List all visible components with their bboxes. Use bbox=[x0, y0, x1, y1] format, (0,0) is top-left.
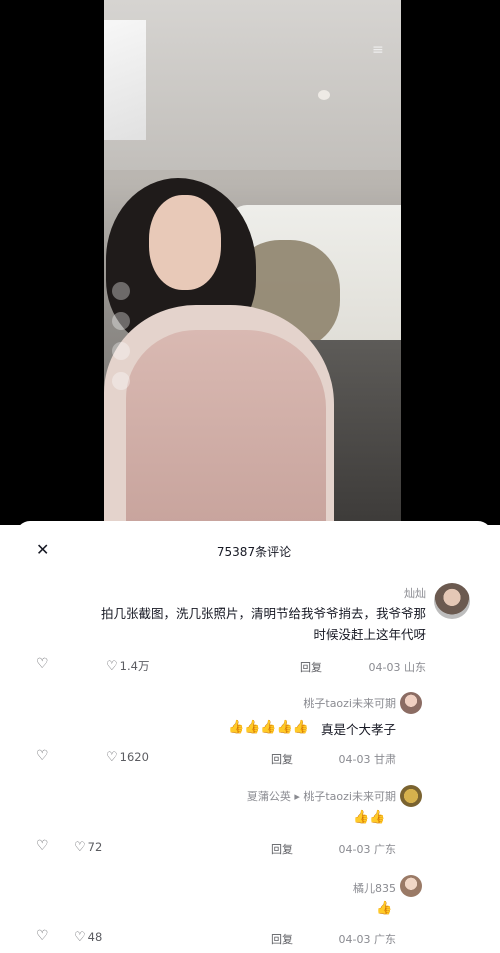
comment-text-line: 时候没赶上这年代呀 bbox=[313, 627, 426, 642]
like-button[interactable]: ♡ 1620 bbox=[106, 750, 149, 765]
dislike-icon[interactable]: ♡ bbox=[36, 656, 49, 672]
side-icon bbox=[112, 342, 130, 360]
heart-icon: ♡ bbox=[74, 840, 86, 855]
comment-meta: 04-03 广东 bbox=[338, 843, 396, 856]
thumbs-up-emoji: 👍 bbox=[376, 901, 393, 916]
reply-button[interactable]: 回复 bbox=[271, 931, 293, 947]
comments-count-title: 75387条评论 bbox=[216, 545, 292, 559]
dislike-icon[interactable]: ♡ bbox=[36, 928, 49, 944]
side-icon bbox=[112, 372, 130, 390]
like-count: 1.4万 bbox=[119, 659, 150, 673]
like-count: 48 bbox=[87, 930, 103, 944]
like-button[interactable]: ♡ 72 bbox=[74, 840, 102, 855]
thumbs-up-emoji: 👍👍👍👍👍 bbox=[228, 720, 309, 735]
avatar[interactable] bbox=[434, 583, 470, 619]
heart-icon: ♡ bbox=[106, 750, 118, 765]
reply-button[interactable]: 回复 bbox=[271, 751, 293, 767]
video-area[interactable]: ≡ bbox=[0, 0, 500, 525]
comment-text-line: 拍几张截图，洗几张照片，清明节给我爷爷捎去，我爷爷那 bbox=[100, 606, 426, 621]
video-frame[interactable]: ≡ bbox=[104, 0, 401, 525]
like-button[interactable]: ♡ 1.4万 bbox=[106, 658, 149, 674]
side-action-icons bbox=[108, 270, 134, 490]
car-window-left bbox=[104, 20, 146, 140]
comment-meta: 04-03 甘肃 bbox=[338, 753, 396, 766]
comments-sheet: ✕ 75387条评论 灿灿 拍几张截图，洗几张照片，清明节给我爷爷捎去，我爷爷那… bbox=[16, 521, 492, 953]
comment-meta: 04-03 山东 bbox=[368, 661, 426, 674]
reply-button[interactable]: 回复 bbox=[300, 659, 322, 675]
reply-button[interactable]: 回复 bbox=[271, 841, 293, 857]
comment-username[interactable]: 桃子taozi未来可期 bbox=[303, 695, 396, 711]
comment-text: 拍几张截图，洗几张照片，清明节给我爷爷捎去，我爷爷那 时候没赶上这年代呀 bbox=[26, 603, 426, 645]
roof-light bbox=[318, 90, 330, 100]
side-icon bbox=[112, 282, 130, 300]
heart-icon: ♡ bbox=[106, 659, 118, 674]
person-dress bbox=[126, 330, 326, 525]
like-button[interactable]: ♡ 48 bbox=[74, 930, 102, 945]
heart-icon: ♡ bbox=[74, 930, 86, 945]
avatar[interactable] bbox=[400, 692, 422, 714]
dislike-icon[interactable]: ♡ bbox=[36, 748, 49, 764]
comment-text: 真是个大孝子 bbox=[320, 722, 396, 737]
comment-username[interactable]: 灿灿 bbox=[404, 585, 426, 601]
side-icon bbox=[112, 312, 130, 330]
dislike-icon[interactable]: ♡ bbox=[36, 838, 49, 854]
comment-username[interactable]: 夏蒲公英 ▸ 桃子taozi未来可期 bbox=[247, 788, 396, 804]
thumbs-up-emoji: 👍👍 bbox=[353, 810, 386, 825]
avatar[interactable] bbox=[400, 785, 422, 807]
person-face bbox=[149, 195, 221, 290]
like-count: 1620 bbox=[119, 750, 149, 764]
comment-meta: 04-03 广东 bbox=[338, 933, 396, 946]
comment-username[interactable]: 橘儿835 bbox=[353, 880, 396, 896]
car-roof bbox=[104, 0, 401, 170]
like-count: 72 bbox=[87, 840, 103, 854]
avatar[interactable] bbox=[400, 875, 422, 897]
hamburger-icon[interactable]: ≡ bbox=[372, 42, 384, 58]
